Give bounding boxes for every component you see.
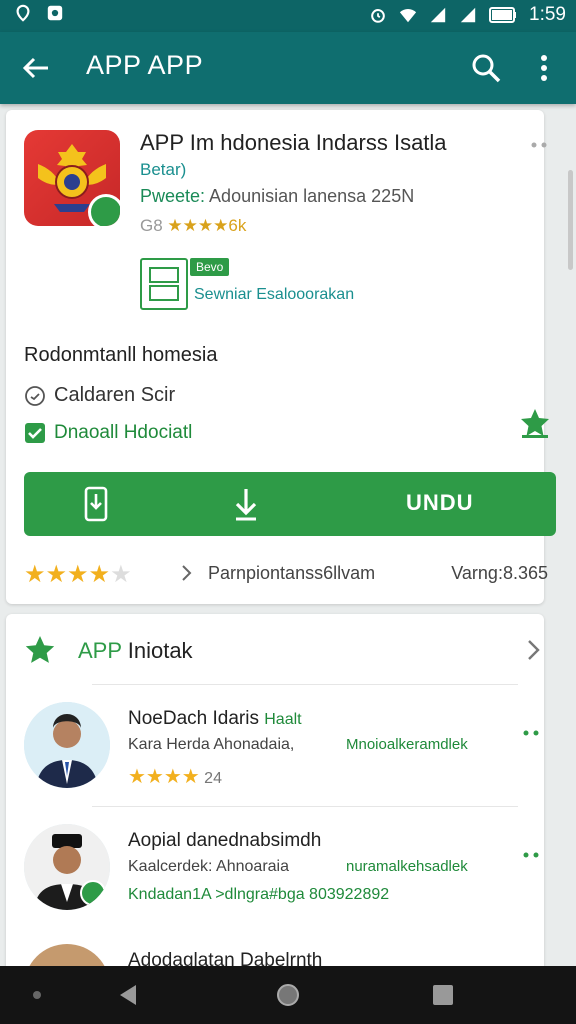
wishlist-star-icon[interactable] <box>518 406 552 440</box>
avatar <box>24 824 110 910</box>
signal-icon <box>430 7 446 23</box>
chevron-right-icon <box>182 565 192 581</box>
person-role: Mnoioalkeramdlek <box>346 736 468 753</box>
clock-icon <box>25 385 45 406</box>
back-arrow-icon[interactable] <box>18 50 54 86</box>
back-nav-icon[interactable] <box>116 982 142 1008</box>
rating-stars: ★★★★ <box>167 216 229 235</box>
overflow-icon[interactable] <box>522 846 540 864</box>
rating-prefix: G8 <box>140 216 168 235</box>
meta-prefix: Pweete: <box>140 186 210 206</box>
overflow-icon[interactable] <box>522 724 540 742</box>
rating-row[interactable]: ★★★★★ Parnpiontanss6llvam Varng:8.365 <box>24 560 548 590</box>
app-name: APP Im hdonesia Indarss Isatla <box>140 130 447 155</box>
install-label: UNDU <box>406 490 474 515</box>
install-button[interactable]: UNDU <box>24 472 556 536</box>
app-bar-title: APP APP <box>86 50 204 80</box>
content-rating-chip: Bevo <box>190 258 230 276</box>
person-name: NoeDach Idaris Haalt <box>128 708 302 729</box>
calendar-label: Caldaren Scir <box>54 384 176 406</box>
more-vert-icon[interactable] <box>528 50 560 86</box>
meta-rest: Adounisian lanensa 225N <box>209 186 415 206</box>
overflow-icon[interactable] <box>530 136 548 154</box>
badge-icon <box>80 880 106 906</box>
version-label: Varng:8.365 <box>451 563 548 583</box>
calendar-row: Caldaren Scir <box>24 384 175 407</box>
recents-nav-icon[interactable] <box>430 982 456 1008</box>
content-rating-label[interactable]: Sewniar Esalooorakan <box>194 286 354 304</box>
status-bar: 1:59 <box>0 0 576 32</box>
developer-name[interactable]: Betar) <box>140 160 186 180</box>
rating-suffix: 6k <box>228 216 247 235</box>
person-tag: Haalt <box>264 711 302 728</box>
avatar <box>24 702 110 788</box>
person-name: Aopial danednabsimdh <box>128 830 322 851</box>
rating-summary: G8 ★★★★6k <box>140 216 246 236</box>
list-item[interactable]: NoeDach Idaris Haalt Kara Herda Ahonadai… <box>24 702 544 814</box>
related-section-card: APP Iniotak NoeDach Idaris Haalt Kara He… <box>6 614 544 974</box>
person-rating: ★★★★ 24 <box>128 766 222 788</box>
app-meta: Pweete: Adounisian lanensa 225N <box>140 186 414 207</box>
location-icon <box>16 4 30 22</box>
scrollbar[interactable] <box>568 170 573 270</box>
content-rating-icon <box>140 258 188 310</box>
alarm-icon <box>371 9 385 23</box>
checkbox-icon <box>25 423 45 443</box>
signal-2-icon <box>460 7 476 23</box>
notification-icon <box>47 5 63 21</box>
wifi-icon <box>399 9 417 23</box>
app-bar: APP APP <box>0 32 576 104</box>
chevron-right-icon <box>528 640 540 660</box>
system-nav-bar <box>0 966 576 1024</box>
review-label: Parnpiontanss6llvam <box>208 563 376 583</box>
star-icon <box>25 636 55 663</box>
person-subtitle: Kaalcerdek: Ahnoaraia <box>128 858 289 875</box>
dot-icon <box>33 991 41 999</box>
battery-icon <box>489 7 517 23</box>
person-details: Kndadan1A >dlngra#bga 803922892 <box>128 886 390 903</box>
divider <box>92 684 518 685</box>
home-nav-icon[interactable] <box>275 982 301 1008</box>
person-role: nuramalkehsadlek <box>346 858 468 875</box>
app-description: Rodonmtanll homesia <box>24 344 218 366</box>
search-icon[interactable] <box>468 50 504 86</box>
clock: 1:59 <box>529 4 566 25</box>
section-header[interactable]: APP Iniotak <box>24 634 544 674</box>
person-subtitle: Kara Herda Ahonadaia, <box>128 736 295 753</box>
divider <box>92 806 518 807</box>
star-rating: ★★★★★ <box>24 561 132 588</box>
verified-badge-icon <box>88 194 120 226</box>
phone-install-icon <box>84 486 108 522</box>
app-icon[interactable] <box>24 130 120 226</box>
section-title: APP Iniotak <box>78 638 193 663</box>
verified-row: Dnaoall Hdociatl <box>24 422 192 444</box>
app-details-card: APP Im hdonesia Indarss Isatla Betar) Pw… <box>6 110 556 604</box>
verified-label: Dnaoall Hdociatl <box>54 422 193 443</box>
download-icon <box>235 489 257 521</box>
list-item[interactable]: Aopial danednabsimdh Kaalcerdek: Ahnoara… <box>24 824 544 936</box>
